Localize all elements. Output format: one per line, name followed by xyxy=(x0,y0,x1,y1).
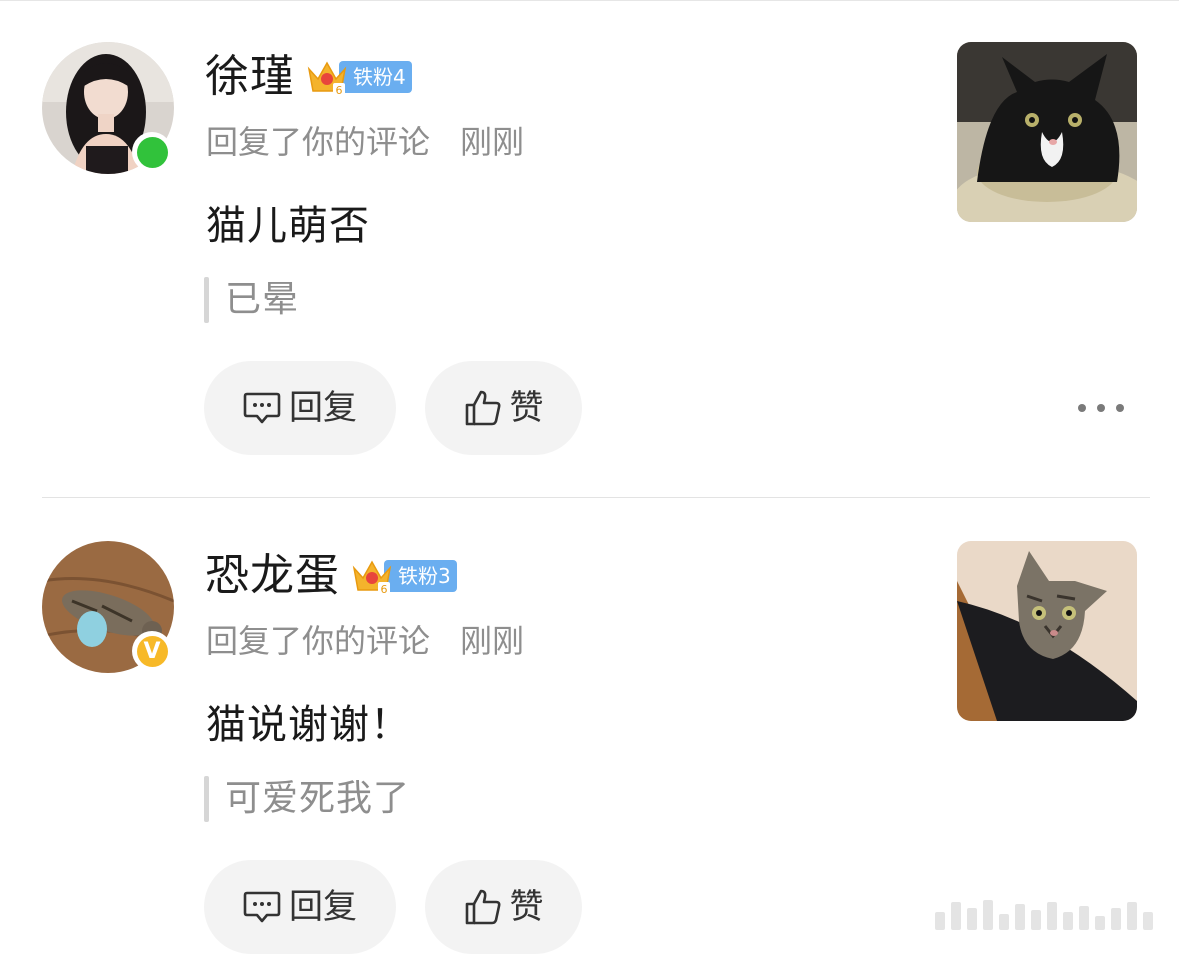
like-label: 赞 xyxy=(509,887,544,927)
post-thumbnail[interactable] xyxy=(957,42,1137,222)
fan-badge-label: 铁粉4 xyxy=(339,61,412,93)
crown-icon: 6 xyxy=(307,61,347,97)
quoted-comment[interactable]: 可爱死我了 xyxy=(204,775,410,823)
thumbs-up-icon xyxy=(465,889,500,925)
online-status-indicator xyxy=(132,132,172,172)
quoted-comment[interactable]: 已晕 xyxy=(204,276,299,324)
thumbs-up-icon xyxy=(465,390,500,426)
quote-bar xyxy=(204,277,209,323)
comment-bubble-icon xyxy=(243,891,281,923)
user-name[interactable]: 徐瑾 xyxy=(205,44,295,110)
like-button[interactable]: 赞 xyxy=(425,361,582,455)
reply-button[interactable]: 回复 xyxy=(204,361,396,455)
comment-text[interactable]: 猫儿萌否 xyxy=(206,194,370,258)
post-thumbnail[interactable] xyxy=(957,541,1137,721)
quote-bar xyxy=(204,776,209,822)
item-divider xyxy=(42,497,1150,498)
reply-button[interactable]: 回复 xyxy=(204,860,396,954)
verified-mark: V xyxy=(136,635,168,667)
user-name[interactable]: 恐龙蛋 xyxy=(205,543,340,609)
fan-badge[interactable]: 6 铁粉3 xyxy=(350,554,457,598)
black-white-cat-photo xyxy=(957,42,1137,222)
comment-bubble-icon xyxy=(243,392,281,424)
fan-badge[interactable]: 6 铁粉4 xyxy=(305,55,412,99)
crown-icon: 6 xyxy=(352,560,392,596)
quoted-text: 可爱死我了 xyxy=(225,778,411,819)
notification-item: 徐瑾 6 铁粉4 回复了你的评论 刚刚 猫儿萌否 已晕 回复 赞 xyxy=(0,0,1179,470)
reply-label: 回复 xyxy=(289,887,357,927)
fan-badge-label: 铁粉3 xyxy=(384,560,457,592)
reply-label: 回复 xyxy=(289,388,357,428)
quoted-text: 已晕 xyxy=(225,279,300,320)
like-button[interactable]: 赞 xyxy=(425,860,582,954)
timestamp: 刚刚 xyxy=(460,622,525,660)
watermark xyxy=(935,890,1175,930)
reply-meta: 回复了你的评论 刚刚 xyxy=(206,615,524,667)
more-button[interactable] xyxy=(1078,388,1124,428)
more-dots-icon xyxy=(1078,404,1086,412)
crown-level: 6 xyxy=(336,84,343,97)
tabby-kitten-photo xyxy=(957,541,1137,721)
reply-meta: 回复了你的评论 刚刚 xyxy=(206,116,524,168)
like-label: 赞 xyxy=(509,388,544,428)
action-text: 回复了你的评论 xyxy=(206,622,431,660)
verified-badge: V xyxy=(132,631,172,671)
comment-text[interactable]: 猫说谢谢！ xyxy=(206,693,411,757)
timestamp: 刚刚 xyxy=(460,123,525,161)
crown-level: 6 xyxy=(381,583,388,596)
action-text: 回复了你的评论 xyxy=(206,123,431,161)
